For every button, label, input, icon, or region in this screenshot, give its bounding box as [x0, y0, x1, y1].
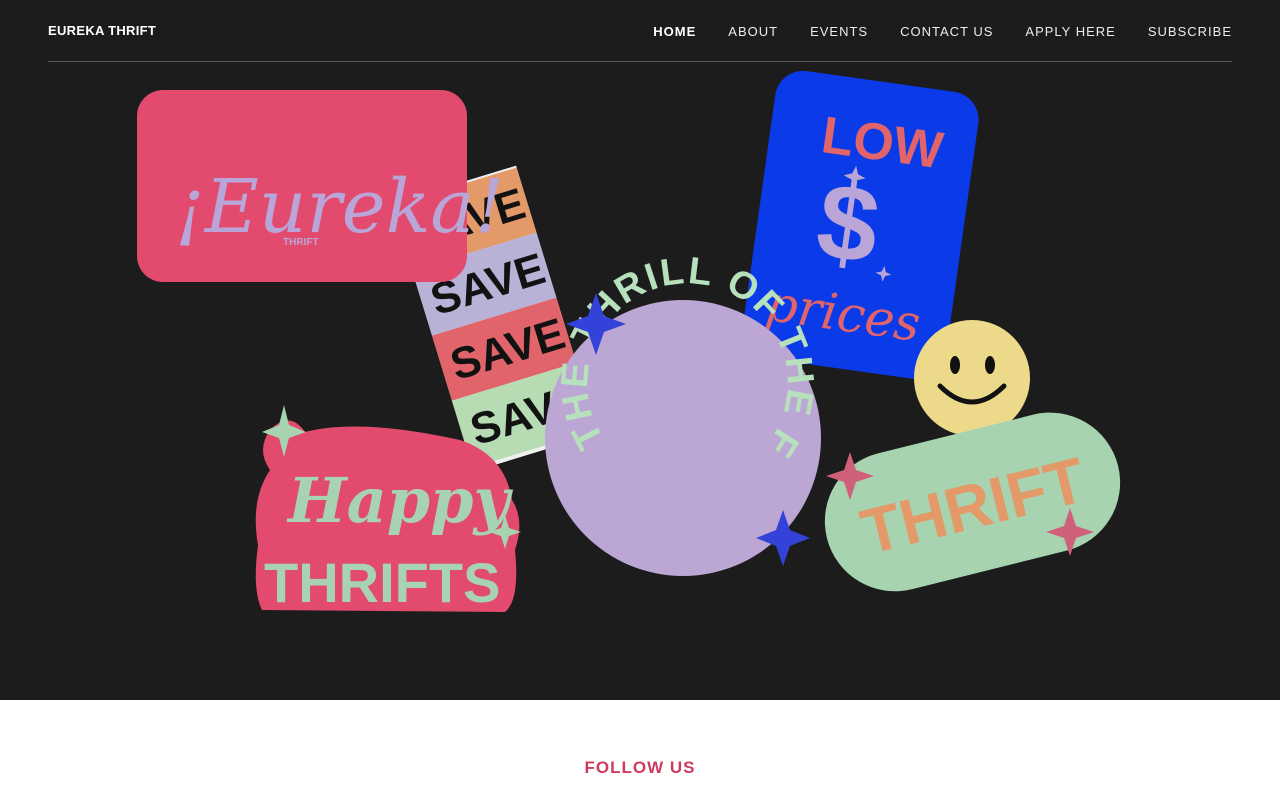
brand-logo[interactable]: EUREKA THRIFT — [48, 23, 156, 38]
nav-events[interactable]: EVENTS — [810, 24, 868, 39]
site-header: EUREKA THRIFT HOME ABOUT EVENTS CONTACT … — [48, 0, 1232, 62]
hero-banner: SAVE SAVE SAVE SAVE ¡Eureka! THRIFT LOW … — [0, 0, 1280, 700]
eureka-title: ¡Eureka! — [175, 164, 504, 250]
follow-us-heading: FOLLOW US — [584, 758, 696, 777]
happy-text: Happy — [286, 464, 513, 537]
smiley-sticker — [914, 320, 1030, 436]
eureka-sticker: ¡Eureka! THRIFT — [137, 90, 504, 282]
nav-about[interactable]: ABOUT — [728, 24, 778, 39]
sticker-collage: SAVE SAVE SAVE SAVE ¡Eureka! THRIFT LOW … — [0, 0, 1121, 614]
nav-apply-here[interactable]: APPLY HERE — [1025, 24, 1115, 39]
nav-subscribe[interactable]: SUBSCRIBE — [1148, 24, 1232, 39]
main-nav: HOME ABOUT EVENTS CONTACT US APPLY HERE … — [621, 24, 1232, 39]
thrifts-text: THRIFTS — [264, 551, 500, 614]
nav-contact-us[interactable]: CONTACT US — [900, 24, 993, 39]
eureka-subtitle: THRIFT — [283, 237, 319, 248]
nav-home[interactable]: HOME — [653, 24, 696, 39]
